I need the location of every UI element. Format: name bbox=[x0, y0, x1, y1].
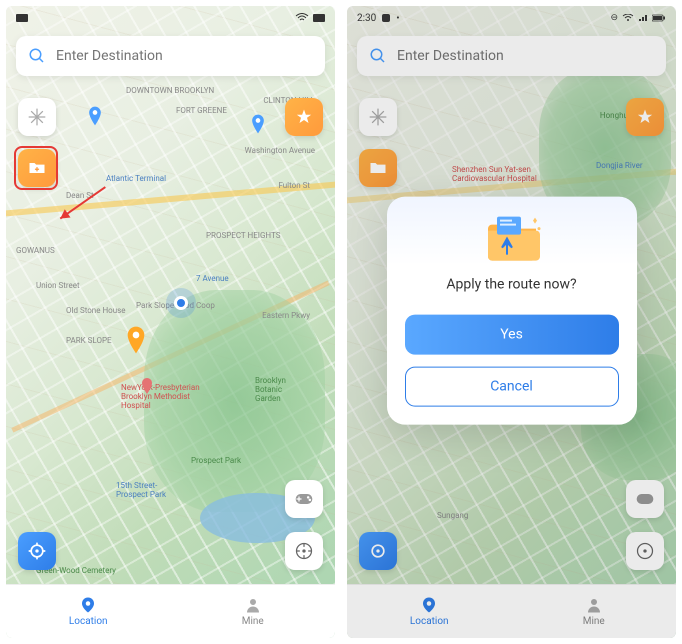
search-bar[interactable] bbox=[16, 36, 325, 76]
phone-screen-right: 2:30 • ⊖ Shenzhen Sun Yat-sen Cardiovasc… bbox=[347, 6, 676, 638]
map-label: Washington Avenue bbox=[245, 146, 315, 155]
notification-dot: • bbox=[396, 13, 399, 24]
map-label: Eastern Pkwy bbox=[262, 311, 310, 320]
battery-icon bbox=[313, 14, 325, 22]
nav-mine: Mine bbox=[512, 585, 677, 638]
yes-button[interactable]: Yes bbox=[405, 315, 619, 355]
locate-button bbox=[359, 532, 397, 570]
compass-button[interactable] bbox=[285, 532, 323, 570]
map-label: DOWNTOWN BROOKLYN bbox=[126, 86, 214, 95]
search-input bbox=[397, 48, 654, 64]
snowflake-button bbox=[359, 98, 397, 136]
battery-icon bbox=[652, 14, 666, 22]
gamepad-icon bbox=[294, 492, 314, 506]
map-label: Dongjia River bbox=[596, 161, 646, 170]
wifi-icon bbox=[622, 14, 634, 22]
search-input[interactable] bbox=[56, 48, 313, 64]
map-label: Prospect Park bbox=[191, 456, 241, 465]
map-label: PROSPECT HEIGHTS bbox=[206, 231, 280, 240]
map-label: GOWANUS bbox=[16, 246, 55, 255]
signal-icon bbox=[638, 14, 648, 22]
person-icon bbox=[244, 596, 262, 614]
map-label: PARK SLOPE bbox=[66, 336, 112, 345]
map-label: Union Street bbox=[36, 281, 80, 290]
search-icon bbox=[369, 47, 387, 65]
bottom-nav: Location Mine bbox=[6, 584, 335, 638]
cancel-button[interactable]: Cancel bbox=[405, 367, 619, 407]
location-icon bbox=[79, 596, 97, 614]
gamepad-button[interactable] bbox=[285, 480, 323, 518]
compass-icon bbox=[635, 541, 655, 561]
map-pin-red[interactable] bbox=[141, 378, 153, 394]
do-not-disturb-icon: ⊖ bbox=[610, 13, 618, 23]
map-label: FORT GREENE bbox=[176, 106, 227, 115]
dialog-title: Apply the route now? bbox=[405, 277, 619, 293]
map-label: NewYork-Presbyterian Brooklyn Methodist … bbox=[121, 384, 201, 410]
crosshair-icon bbox=[368, 541, 388, 561]
crosshair-icon bbox=[27, 541, 47, 561]
nav-label: Location bbox=[410, 616, 449, 627]
star-button[interactable] bbox=[285, 98, 323, 136]
map-pin-blue[interactable] bbox=[251, 114, 265, 134]
map-label: Shenzhen Sun Yat-sen Cardiovascular Hosp… bbox=[452, 166, 552, 184]
map-pin-orange[interactable] bbox=[126, 326, 146, 354]
status-time: 2:30 bbox=[357, 13, 376, 24]
phone-screen-left: DOWNTOWN BROOKLYN CLINTON HILL FORT GREE… bbox=[6, 6, 335, 638]
map-label: Old Stone House bbox=[66, 306, 126, 315]
map-label: Atlantic Terminal bbox=[106, 174, 166, 183]
status-bar bbox=[6, 6, 335, 30]
person-icon bbox=[585, 596, 603, 614]
highlight-annotation bbox=[14, 146, 58, 190]
map-label: 7 Avenue bbox=[196, 274, 229, 283]
signal-icon bbox=[16, 14, 28, 22]
nav-label: Location bbox=[69, 616, 108, 627]
star-icon bbox=[295, 108, 313, 126]
gamepad-icon bbox=[635, 492, 655, 506]
map-pin-blue[interactable] bbox=[88, 106, 102, 126]
map-label: Sungang bbox=[437, 511, 468, 520]
nav-location[interactable]: Location bbox=[6, 585, 171, 638]
search-icon bbox=[28, 47, 46, 65]
dialog-folder-icon bbox=[405, 207, 619, 267]
bottom-nav: Location Mine bbox=[347, 584, 676, 638]
app-indicator-icon bbox=[382, 14, 390, 22]
map-label: 15th Street-Prospect Park bbox=[116, 481, 176, 499]
gamepad-button bbox=[626, 480, 664, 518]
folder-button bbox=[359, 149, 397, 187]
current-location-dot bbox=[174, 296, 188, 310]
apply-route-dialog: Apply the route now? Yes Cancel bbox=[387, 197, 637, 425]
compass-button bbox=[626, 532, 664, 570]
locate-button[interactable] bbox=[18, 532, 56, 570]
star-icon bbox=[636, 108, 654, 126]
compass-icon bbox=[294, 541, 314, 561]
wifi-icon bbox=[295, 13, 309, 23]
nav-location: Location bbox=[347, 585, 512, 638]
snowflake-icon bbox=[27, 107, 47, 127]
nav-mine[interactable]: Mine bbox=[171, 585, 336, 638]
map-label: Brooklyn Botanic Garden bbox=[255, 376, 305, 403]
snowflake-icon bbox=[368, 107, 388, 127]
search-bar bbox=[357, 36, 666, 76]
status-bar: 2:30 • ⊖ bbox=[347, 6, 676, 30]
nav-label: Mine bbox=[583, 616, 605, 627]
folder-plus-icon bbox=[368, 158, 388, 178]
star-button bbox=[626, 98, 664, 136]
nav-label: Mine bbox=[242, 616, 264, 627]
snowflake-button[interactable] bbox=[18, 98, 56, 136]
location-icon bbox=[420, 596, 438, 614]
map-label: Fulton St bbox=[278, 181, 310, 190]
